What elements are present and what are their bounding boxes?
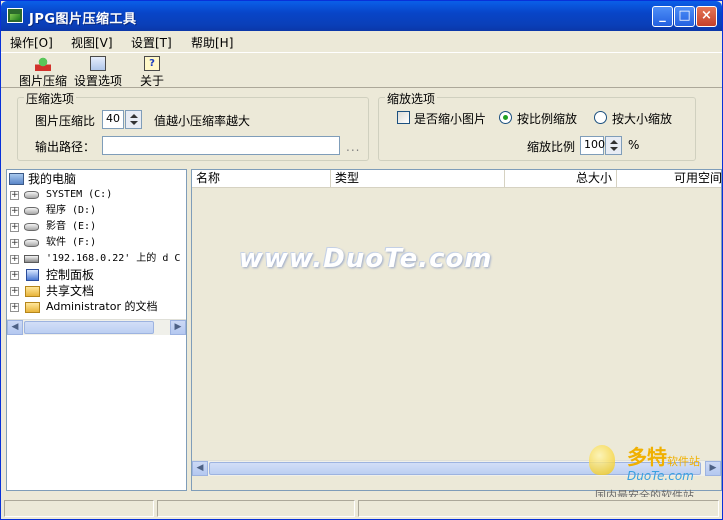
settings-button-label: 设置选项 <box>73 74 122 88</box>
scale-by-ratio-label: 按比例缩放 <box>517 112 578 126</box>
expand-plus-icon[interactable]: + <box>10 255 19 264</box>
shrink-checkbox[interactable] <box>397 111 410 124</box>
scale-by-size-radio[interactable] <box>594 111 607 124</box>
menu-view[interactable]: 视图[V] <box>71 34 113 51</box>
app-picture-icon <box>7 8 23 23</box>
tree-item-label: 影音 (E:) <box>46 221 97 232</box>
tree-item-label: SYSTEM (C:) <box>46 189 113 200</box>
computer-icon <box>9 173 24 185</box>
expand-plus-icon[interactable]: + <box>10 303 19 312</box>
settings-options-button[interactable]: 设置选项 <box>72 53 124 89</box>
logo-url-text: DuoTe.com <box>627 469 694 483</box>
folder-icon <box>25 302 40 313</box>
scale-by-ratio-radio[interactable] <box>499 111 512 124</box>
tree-item-label: 软件 (F:) <box>46 237 97 248</box>
expand-plus-icon[interactable]: + <box>10 223 19 232</box>
status-cell <box>358 500 719 517</box>
tree-item-label: 控制面板 <box>46 268 95 282</box>
drive-icon <box>24 191 39 199</box>
logo-small-text: 软件站 <box>667 455 700 468</box>
drive-icon <box>24 223 39 231</box>
settings-icon <box>90 56 106 71</box>
toolbar: 图片压缩 设置选项 关于 <box>1 52 722 88</box>
scale-ratio-value: 100 <box>584 138 605 151</box>
scroll-thumb[interactable] <box>24 321 154 334</box>
scroll-right-icon[interactable]: ▶ <box>705 461 721 476</box>
tree-item-label: 程序 (D:) <box>46 205 97 216</box>
menu-settings[interactable]: 设置[T] <box>131 34 172 51</box>
tree-item-label: '192.168.0.22' 上的 d C <box>46 253 181 264</box>
expand-plus-icon[interactable]: + <box>10 191 19 200</box>
compress-icon <box>35 56 51 71</box>
about-button[interactable]: 关于 <box>136 53 168 89</box>
column-name[interactable]: 名称 <box>192 170 331 187</box>
network-drive-icon <box>24 255 39 263</box>
watermark-text: www.DuoTe.com <box>239 244 493 274</box>
compress-button[interactable]: 图片压缩 <box>17 53 69 89</box>
ratio-spin-arrows-icon[interactable] <box>125 110 142 129</box>
scale-spin-arrows-icon[interactable] <box>605 136 622 155</box>
menu-bar: 操作[O] 视图[V] 设置[T] 帮助[H] <box>1 31 722 51</box>
expand-plus-icon[interactable]: + <box>10 207 19 216</box>
app-window: JPG图片压缩工具 _ □ × 操作[O] 视图[V] 设置[T] 帮助[H] … <box>0 0 723 520</box>
scale-options-group: 缩放选项 是否缩小图片 按比例缩放 按大小缩放 缩放比例 100 % <box>378 90 696 161</box>
logo-big-text: 多特 <box>627 445 667 469</box>
tree-horizontal-scrollbar[interactable]: ◀ ▶ <box>7 319 186 335</box>
ratio-hint: 值越小压缩率越大 <box>154 114 251 128</box>
scale-options-title: 缩放选项 <box>385 90 438 107</box>
list-header: 名称 类型 总大小 可用空间 <box>192 170 721 188</box>
folder-tree[interactable]: 我的电脑 + SYSTEM (C:) + 程序 (D:) + 影音 (E:) +… <box>6 169 187 491</box>
control-panel-icon <box>26 269 39 281</box>
status-cell <box>157 500 355 517</box>
compress-button-label: 图片压缩 <box>18 74 67 88</box>
status-bar <box>1 497 722 519</box>
ratio-spinner[interactable]: 40 <box>102 110 142 129</box>
window-title: JPG图片压缩工具 <box>29 12 137 27</box>
scale-ratio-spinner[interactable]: 100 <box>580 136 622 155</box>
compress-options-group: 压缩选项 图片压缩比 40 值越小压缩率越大 输出路径： ... <box>17 90 369 161</box>
menu-operate[interactable]: 操作[O] <box>10 34 53 51</box>
expand-plus-icon[interactable]: + <box>10 271 19 280</box>
lightbulb-icon <box>589 445 615 475</box>
scroll-left-icon[interactable]: ◀ <box>192 461 208 476</box>
folder-icon <box>25 286 40 297</box>
scroll-right-icon[interactable]: ▶ <box>170 320 186 335</box>
minimize-button[interactable]: _ <box>652 6 673 27</box>
title-bar[interactable]: JPG图片压缩工具 _ □ × <box>1 1 722 31</box>
output-path-label: 输出路径： <box>35 140 96 154</box>
ratio-label: 图片压缩比 <box>35 114 96 128</box>
scale-unit: % <box>628 138 640 152</box>
expand-plus-icon[interactable]: + <box>10 239 19 248</box>
menu-help[interactable]: 帮助[H] <box>191 34 233 51</box>
column-free-space[interactable]: 可用空间 <box>617 170 721 187</box>
maximize-button[interactable]: □ <box>674 6 695 27</box>
close-button[interactable]: × <box>696 6 717 27</box>
scroll-left-icon[interactable]: ◀ <box>7 320 23 335</box>
status-cell <box>4 500 154 517</box>
options-panel: 压缩选项 图片压缩比 40 值越小压缩率越大 输出路径： ... 缩放选项 是否… <box>1 89 722 169</box>
about-icon <box>144 56 160 71</box>
about-button-label: 关于 <box>139 74 164 88</box>
ratio-value: 40 <box>106 112 120 125</box>
expand-plus-icon[interactable]: + <box>10 287 19 296</box>
tree-root-label: 我的电脑 <box>28 172 77 186</box>
scale-by-size-label: 按大小缩放 <box>612 112 673 126</box>
drive-icon <box>24 207 39 215</box>
drive-icon <box>24 239 39 247</box>
column-type[interactable]: 类型 <box>331 170 505 187</box>
browse-button[interactable]: ... <box>346 140 360 154</box>
column-total-size[interactable]: 总大小 <box>505 170 617 187</box>
tree-item-label: 共享文档 <box>46 284 95 298</box>
shrink-label: 是否缩小图片 <box>414 112 487 126</box>
output-path-field[interactable] <box>102 136 340 155</box>
tree-item-label: Administrator 的文档 <box>46 300 158 313</box>
scale-ratio-label: 缩放比例 <box>527 140 576 154</box>
compress-options-title: 压缩选项 <box>24 90 77 107</box>
